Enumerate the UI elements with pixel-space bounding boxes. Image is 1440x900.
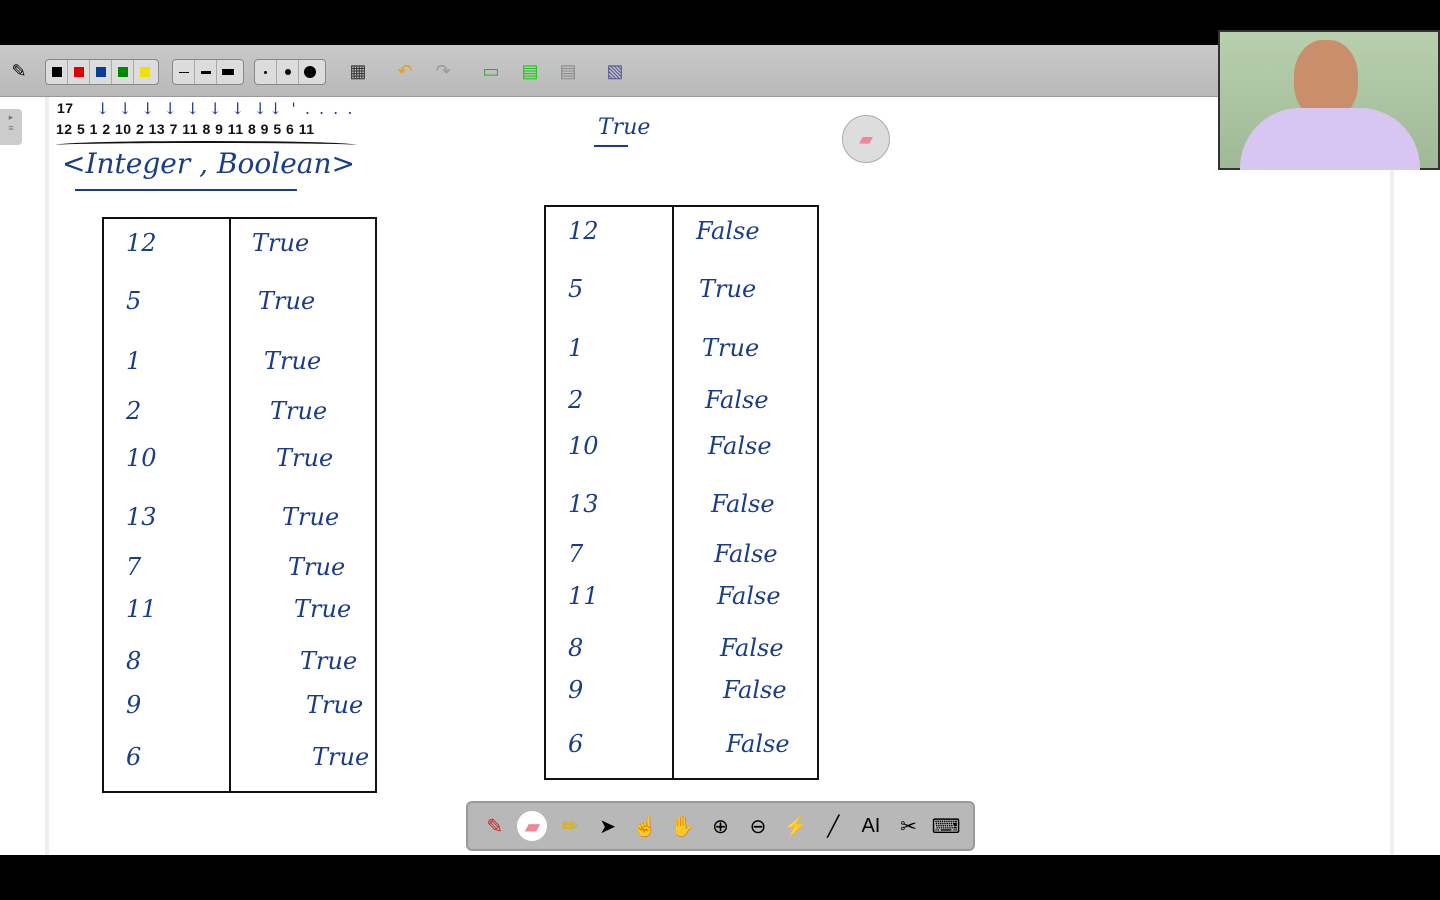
table-cell-number: 5 (568, 275, 584, 303)
table-cell-boolean: False (711, 490, 775, 518)
table-cell-boolean: True (258, 287, 316, 315)
table-cell-number: 9 (568, 676, 584, 704)
presenter-body (1240, 108, 1420, 170)
line-thin-button[interactable] (173, 60, 195, 84)
new-page-icon[interactable]: ▭ (478, 58, 504, 84)
table-cell-boolean: True (264, 347, 322, 375)
table-cell-boolean: True (276, 444, 334, 472)
table-cell-boolean: True (282, 503, 340, 531)
true-note: True (598, 115, 651, 140)
color-swatch-2[interactable] (90, 60, 112, 84)
color-swatch-1[interactable] (68, 60, 90, 84)
table-cell-number: 11 (568, 582, 599, 610)
click-tool-icon[interactable]: ☝ (630, 811, 660, 841)
arrow-marks: ↓ ↓ ↓ ↓ ↓ ↓ ↓ ↓↓ ' . . . . (96, 99, 355, 118)
table-cell-number: 5 (126, 287, 142, 315)
dot-large-button[interactable] (299, 60, 321, 84)
table-cell-number: 1 (126, 347, 142, 375)
canvas-right-border (1390, 97, 1394, 855)
table-cell-number: 8 (126, 647, 142, 675)
number-sequence: 12 5 1 2 10 2 13 7 11 8 9 11 8 9 5 6 11 (56, 121, 315, 137)
left-table: 12 True 5 True 1 True 2 True 10 True 13 True 7 True 11… (102, 217, 377, 793)
eraser-tool-icon[interactable]: ▰ (517, 811, 548, 841)
table-cell-number: 6 (568, 730, 584, 758)
color-swatch-0[interactable] (46, 60, 68, 84)
clear-page-icon[interactable]: ▧ (602, 58, 628, 84)
keyboard-tool-icon[interactable]: ⌨ (931, 811, 961, 841)
table-cell-number: 2 (568, 386, 584, 414)
right-table: 12 False 5 True 1 True 2 False 10 False 13 False 7 Fa… (544, 205, 819, 780)
table-cell-number: 1 (568, 334, 584, 362)
table-cell-number: 10 (126, 444, 157, 472)
table-cell-boolean: True (306, 691, 364, 719)
table-cell-boolean: False (720, 634, 784, 662)
canvas-left-border (45, 97, 49, 855)
background-icon[interactable]: ▦ (345, 58, 371, 84)
pen-tool-icon[interactable]: ✎ (480, 811, 510, 841)
pen-eraser-icon[interactable]: ✎ (6, 58, 32, 84)
undo-icon[interactable]: ↶ (392, 58, 418, 84)
hand-tool-icon[interactable]: ✋ (668, 811, 698, 841)
table-cell-number: 7 (568, 540, 584, 568)
side-panel-toggle[interactable]: ▸ ≡ (0, 109, 22, 145)
redo-icon[interactable]: ↷ (430, 58, 456, 84)
table-cell-boolean: True (288, 553, 346, 581)
pointer-tool-icon[interactable]: ➤ (593, 811, 623, 841)
color-swatch-3[interactable] (112, 60, 134, 84)
line-medium-button[interactable] (195, 60, 217, 84)
table-cell-number: 8 (568, 634, 584, 662)
webcam-video (1218, 30, 1440, 170)
table-cell-boolean: True (294, 595, 352, 623)
table-cell-boolean: False (714, 540, 778, 568)
line-tool-icon[interactable]: ╱ (818, 811, 848, 841)
line-width-group (172, 59, 244, 85)
bottom-tool-bar: ✎ ▰ ✏ ➤ ☝ ✋ ⊕ ⊖ ⚡ ╱ AI ✂ ⌨ (466, 801, 975, 851)
table-cell-boolean: False (708, 432, 772, 460)
table-cell-number: 9 (126, 691, 142, 719)
line-thick-button[interactable] (217, 60, 239, 84)
table-cell-number: 11 (126, 595, 157, 623)
table-cell-boolean: False (696, 217, 760, 245)
table-cell-boolean: False (726, 730, 790, 758)
type-note-underline (75, 189, 297, 191)
zoom-in-tool-icon[interactable]: ⊕ (705, 811, 735, 841)
highlighter-tool-icon[interactable]: ✏ (555, 811, 585, 841)
laser-tool-icon[interactable]: ⚡ (781, 811, 811, 841)
color-swatch-4[interactable] (134, 60, 156, 84)
type-note: <Integer , Boolean> (62, 147, 355, 180)
top-number: 17 (57, 100, 74, 116)
table-cell-number: 13 (568, 490, 599, 518)
prev-page-icon[interactable]: ▤ (555, 58, 581, 84)
true-note-underline (594, 145, 628, 147)
color-palette (45, 59, 159, 85)
whiteboard-canvas[interactable]: ▸ ≡ 17 ↓ ↓ ↓ ↓ ↓ ↓ ↓ ↓↓ ' . . . . 12 5 1 … (0, 97, 1440, 855)
table-cell-boolean: False (717, 582, 781, 610)
next-page-icon[interactable]: ▤ (517, 58, 543, 84)
table-cell-number: 2 (126, 397, 142, 425)
dot-size-group (254, 59, 326, 85)
dot-small-button[interactable] (255, 60, 277, 84)
table-cell-number: 7 (126, 553, 142, 581)
dot-medium-button[interactable] (277, 60, 299, 84)
table-cell-number: 10 (568, 432, 599, 460)
table-cell-boolean: True (699, 275, 757, 303)
table-cell-boolean: True (300, 647, 358, 675)
eraser-cursor: ▰ (842, 115, 890, 163)
table-cell-number: 12 (126, 229, 157, 257)
table-cell-boolean: True (270, 397, 328, 425)
table-cell-boolean: True (252, 229, 310, 257)
zoom-out-tool-icon[interactable]: ⊖ (743, 811, 773, 841)
table-cell-boolean: False (705, 386, 769, 414)
table-cell-boolean: True (702, 334, 760, 362)
table-cell-number: 13 (126, 503, 157, 531)
screenshot-tool-icon[interactable]: ✂ (894, 811, 924, 841)
text-tool-icon[interactable]: AI (856, 811, 886, 841)
table-cell-boolean: False (723, 676, 787, 704)
table-cell-number: 12 (568, 217, 599, 245)
table-cell-number: 6 (126, 743, 142, 771)
table-cell-boolean: True (312, 743, 370, 771)
